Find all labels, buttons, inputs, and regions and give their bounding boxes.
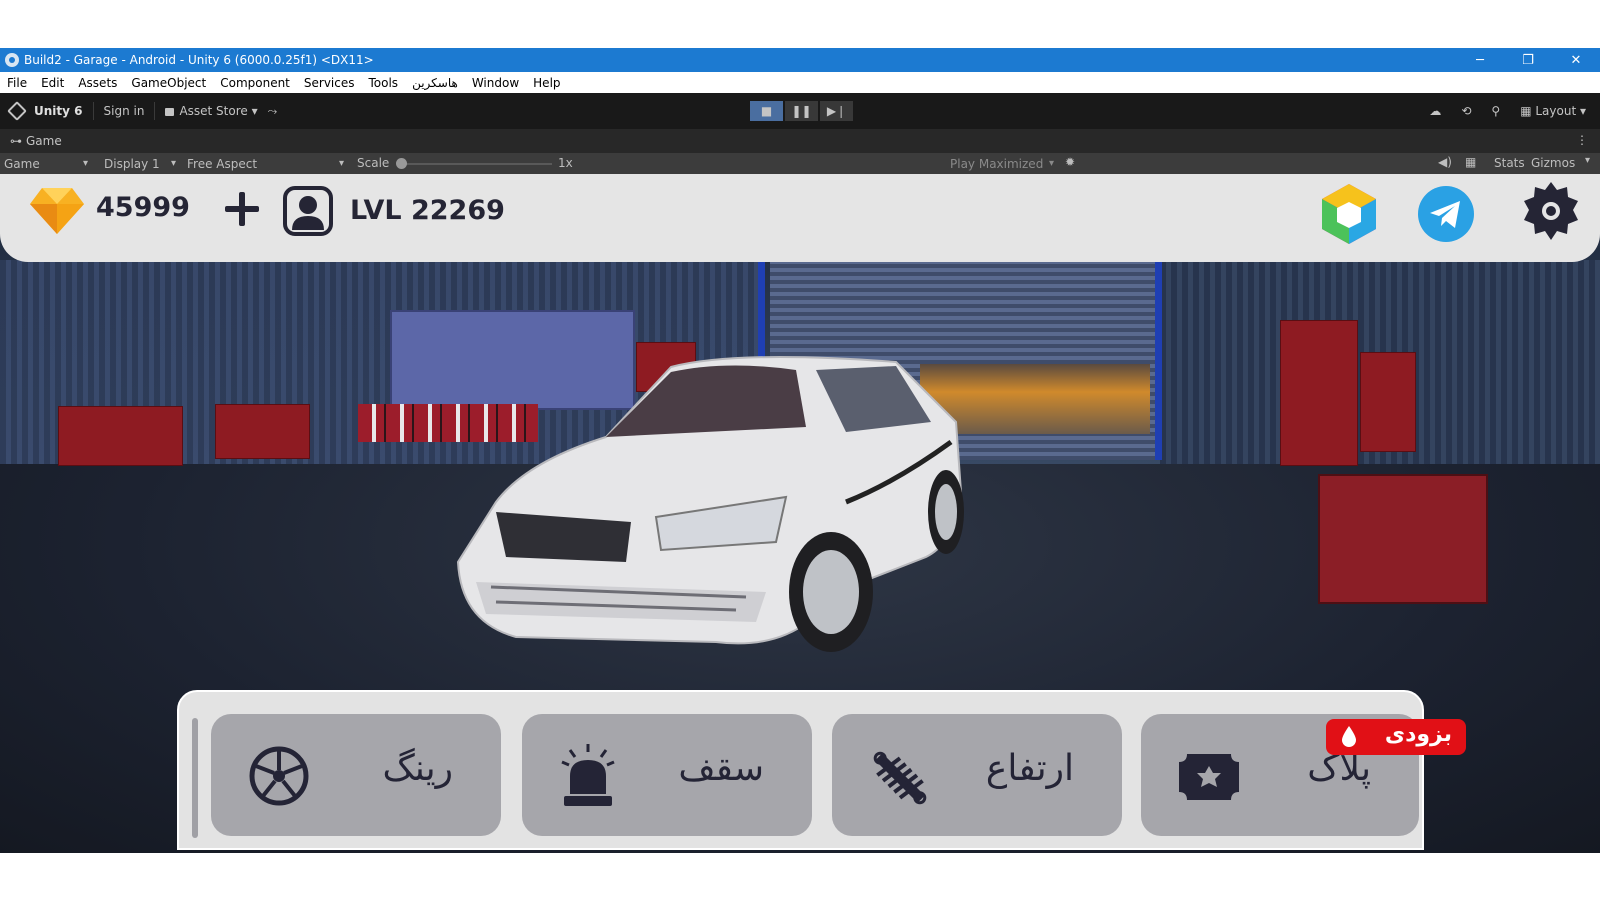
scale-slider-handle[interactable] [396, 158, 407, 169]
menu-window[interactable]: Window [472, 76, 519, 90]
audio-icon[interactable]: ◀) [1438, 155, 1452, 169]
play-maximized-dropdown[interactable]: Play Maximized [946, 155, 1058, 172]
unity-account-menu[interactable]: Unity 6 [34, 104, 83, 118]
rims-card[interactable]: رینگ [211, 714, 501, 836]
red-locker [1360, 352, 1416, 452]
window-title: Build2 - Garage - Android - Unity 6 (600… [24, 53, 374, 67]
scale-value: 1x [558, 156, 573, 170]
roof-label: سقف [678, 748, 764, 789]
colorful-cube-icon[interactable] [1322, 184, 1376, 244]
stop-button[interactable]: ■ [750, 101, 783, 121]
history-icon[interactable]: ⟲ [1461, 104, 1471, 118]
cloud-icon[interactable]: ☁ [1429, 104, 1441, 118]
telegram-icon[interactable] [1418, 186, 1474, 242]
stats-button[interactable]: Stats [1494, 156, 1525, 170]
scale-slider-track[interactable] [404, 163, 552, 165]
search-icon[interactable]: ⚲ [1491, 104, 1500, 118]
tab-menu-icon[interactable]: ⋮ [1576, 133, 1588, 147]
main-toolbar: Unity 6 Sign in Asset Store ▾ ⤳ ■ ❚❚ ▶❘ … [0, 93, 1600, 129]
red-tool-cart [1318, 474, 1488, 604]
close-button[interactable]: ✕ [1552, 48, 1600, 72]
menu-services[interactable]: Services [304, 76, 355, 90]
bag-icon [165, 108, 175, 116]
toolbar-separator [92, 102, 94, 120]
customize-menu-panel: رینگ سقف ارتفاع پلاک بزودی [177, 690, 1466, 850]
play-controls: ■ ❚❚ ▶❘ [750, 101, 853, 121]
scale-label: Scale [357, 156, 390, 170]
version-control-icon[interactable]: ⤳ [268, 104, 278, 119]
menu-tools[interactable]: Tools [369, 76, 399, 90]
gizmos-dropdown[interactable]: Gizmos [1531, 156, 1575, 170]
menu-bar: File Edit Assets GameObject Component Se… [0, 72, 1600, 93]
gear-icon[interactable] [1523, 182, 1579, 240]
asset-store-dropdown[interactable]: Asset Store ▾ [165, 104, 258, 118]
rims-label: رینگ [382, 748, 454, 789]
pause-button[interactable]: ❚❚ [785, 101, 818, 121]
view-mode-dropdown[interactable]: Game [0, 155, 92, 172]
steel-pillar [1155, 260, 1162, 460]
player-level: LVL 22269 [350, 195, 505, 226]
gem-count: 45999 [96, 192, 190, 223]
suspension-icon [873, 751, 927, 805]
red-locker [1280, 320, 1358, 466]
suspension-label: ارتفاع [985, 748, 1074, 789]
diamond-icon [30, 188, 84, 234]
window-controls: ─ ❐ ✕ [1456, 48, 1600, 72]
asset-store-label: Asset Store [179, 104, 248, 118]
unity-logo-icon [7, 101, 27, 121]
chevron-down-icon[interactable]: ▾ [1585, 155, 1590, 166]
menu-gameobject[interactable]: GameObject [131, 76, 206, 90]
menu-help[interactable]: Help [533, 76, 560, 90]
menu-file[interactable]: File [7, 76, 27, 90]
minimize-button[interactable]: ─ [1456, 48, 1504, 72]
game-viewport[interactable]: 45999 LVL 22269 رینگ سقف ارتفاع پلاک بزو… [0, 174, 1600, 853]
profile-icon[interactable] [283, 186, 333, 236]
previous-card-edge[interactable] [192, 718, 198, 838]
game-view-tab[interactable]: ⊶ Game ⋮ [0, 129, 1600, 153]
roof-card[interactable]: سقف [522, 714, 812, 836]
coming-soon-label: بزودی [1384, 722, 1452, 747]
wheel-icon [249, 746, 309, 806]
red-workbench [215, 404, 310, 459]
menu-assets[interactable]: Assets [78, 76, 117, 90]
unity-editor-window: Build2 - Garage - Android - Unity 6 (600… [0, 48, 1600, 853]
red-workbench [58, 406, 183, 466]
menu-edit[interactable]: Edit [41, 76, 64, 90]
game-tab-label: Game [26, 134, 62, 148]
toolbar-separator [154, 102, 156, 120]
coming-soon-badge: بزودی [1326, 719, 1466, 755]
display-dropdown[interactable]: Display 1 [100, 155, 180, 172]
window-title-bar[interactable]: Build2 - Garage - Android - Unity 6 (600… [0, 48, 1600, 72]
license-plate-icon [1179, 754, 1239, 800]
bug-icon[interactable]: ✹ [1065, 155, 1075, 169]
suspension-card[interactable]: ارتفاع [832, 714, 1122, 836]
plus-icon[interactable] [225, 192, 259, 226]
white-sedan-car [456, 356, 964, 652]
layout-label: Layout [1535, 104, 1577, 118]
grid-icon[interactable]: ▦ [1465, 155, 1476, 169]
restore-button[interactable]: ❐ [1504, 48, 1552, 72]
menu-custom[interactable]: هاسکرین [412, 76, 458, 90]
aspect-dropdown[interactable]: Free Aspect [183, 155, 348, 172]
gamepad-icon: ⊶ [10, 134, 22, 148]
layout-dropdown[interactable]: ▦ Layout ▾ [1520, 104, 1586, 118]
game-view-controls: Game Display 1 Free Aspect Scale 1x Play… [0, 153, 1600, 174]
sign-in-button[interactable]: Sign in [104, 104, 145, 118]
unity-app-icon [5, 53, 19, 67]
siren-icon [561, 744, 615, 806]
droplet-icon [1342, 726, 1356, 747]
step-button[interactable]: ▶❘ [820, 101, 853, 121]
menu-component[interactable]: Component [220, 76, 290, 90]
hud-top-bar: 45999 LVL 22269 [0, 174, 1600, 262]
